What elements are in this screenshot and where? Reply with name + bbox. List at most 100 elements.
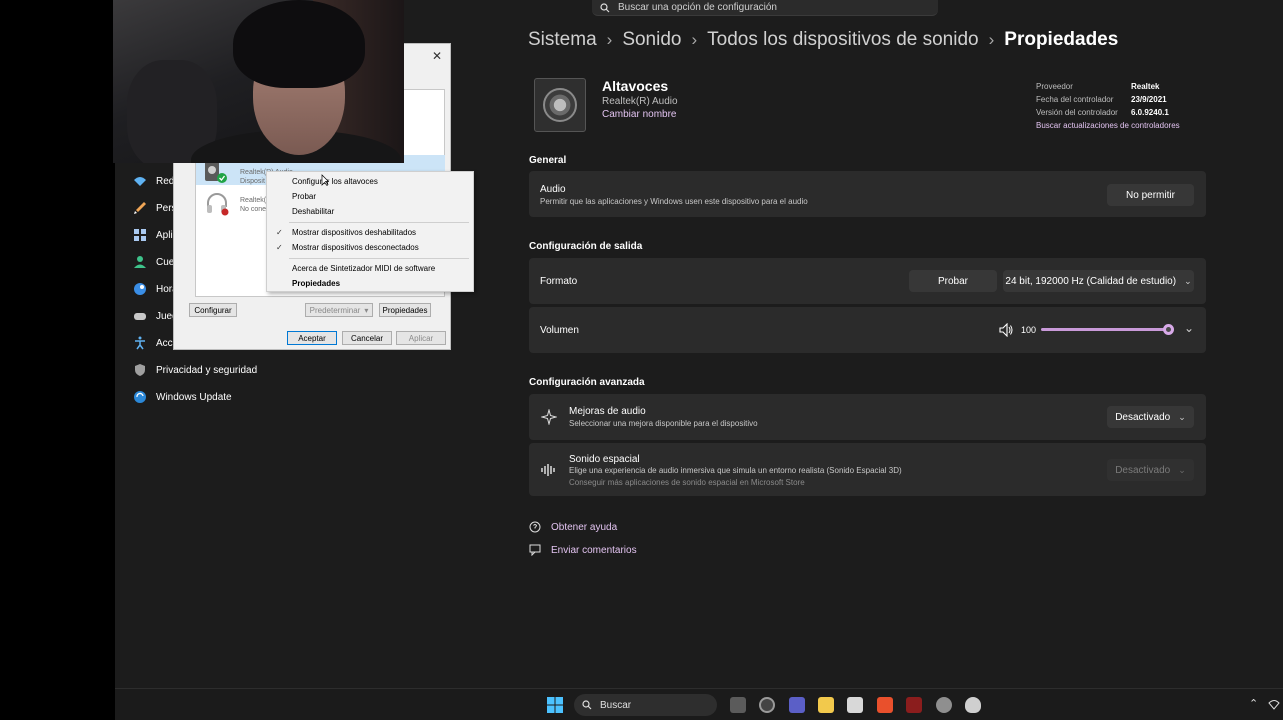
speaker-volume-icon[interactable] bbox=[999, 323, 1013, 337]
menu-show-disabled[interactable]: Mostrar dispositivos deshabilitados bbox=[292, 228, 416, 237]
chevron-down-icon[interactable]: ⌄ bbox=[1184, 321, 1194, 335]
menu-show-disconnected[interactable]: Mostrar dispositivos desconectados bbox=[292, 243, 419, 252]
menu-disable[interactable]: Deshabilitar bbox=[292, 207, 334, 216]
headphones-disconnected-icon[interactable] bbox=[204, 191, 230, 217]
wifi-icon bbox=[134, 177, 146, 186]
brush-icon bbox=[134, 202, 146, 214]
test-label: Probar bbox=[937, 275, 968, 287]
feedback-link[interactable]: Enviar comentarios bbox=[551, 545, 637, 556]
check-icon: ✓ bbox=[276, 228, 283, 237]
breadcrumb-system[interactable]: Sistema bbox=[528, 29, 597, 51]
speaker-device-icon bbox=[534, 78, 586, 132]
spatial-dropdown[interactable]: Desactivado ⌄ bbox=[1107, 459, 1194, 481]
configure-button[interactable]: Configurar bbox=[189, 303, 237, 317]
chrome-icon[interactable] bbox=[759, 697, 775, 713]
update-icon bbox=[134, 391, 146, 403]
enhancements-desc: Seleccionar una mejora disponible para e… bbox=[569, 419, 758, 428]
ok-label: Aceptar bbox=[298, 333, 326, 343]
properties-button[interactable]: Propiedades bbox=[379, 303, 431, 317]
general-heading: General bbox=[529, 155, 567, 166]
menu-divider bbox=[289, 258, 469, 259]
format-value: 24 bit, 192000 Hz (Calidad de estudio) bbox=[1005, 275, 1177, 287]
context-menu: Configurar los altavoces Probar Deshabil… bbox=[266, 171, 474, 292]
configure-label: Configurar bbox=[194, 305, 232, 315]
spatial-value: Desactivado bbox=[1115, 464, 1171, 476]
file-explorer-icon[interactable] bbox=[818, 697, 834, 713]
store-icon[interactable] bbox=[847, 697, 863, 713]
apps-icon bbox=[134, 229, 146, 241]
taskbar-search-label: Buscar bbox=[600, 699, 632, 711]
nav-item-accessibility[interactable]: Acce bbox=[133, 336, 178, 350]
wifi-icon[interactable] bbox=[1268, 698, 1280, 710]
audio-title: Audio bbox=[540, 184, 566, 195]
set-default-label: Predeterminar bbox=[309, 305, 361, 315]
nav-item-time[interactable]: Hora bbox=[133, 282, 178, 296]
nav-item-windows-update[interactable]: Windows Update bbox=[133, 390, 232, 404]
rename-link[interactable]: Cambiar nombre bbox=[602, 109, 676, 120]
enhancements-dropdown[interactable]: Desactivado ⌄ bbox=[1107, 406, 1194, 428]
device2-status: No cone bbox=[240, 206, 267, 213]
dont-allow-button[interactable]: No permitir bbox=[1107, 184, 1194, 206]
spatial-store-link[interactable]: Conseguir más aplicaciones de sonido esp… bbox=[569, 478, 805, 487]
settings-gear-icon[interactable] bbox=[936, 697, 952, 713]
menu-about-midi[interactable]: Acerca de Sintetizador MIDI de software bbox=[292, 264, 435, 273]
nav-label: Windows Update bbox=[156, 391, 232, 403]
task-view-icon[interactable] bbox=[730, 697, 746, 713]
volume-slider-track[interactable] bbox=[1041, 328, 1169, 331]
chevron-right-icon: › bbox=[691, 30, 698, 49]
nav-item-network[interactable]: Red bbox=[133, 174, 174, 188]
sparkle-icon bbox=[541, 409, 557, 425]
chevron-down-icon: ▾ bbox=[364, 305, 369, 315]
breadcrumb: Sistema › Sonido › Todos los dispositivo… bbox=[528, 29, 1118, 51]
game-app-icon[interactable] bbox=[906, 697, 922, 713]
prop-provider-value: Realtek bbox=[1131, 82, 1160, 91]
breadcrumb-sound[interactable]: Sonido bbox=[622, 29, 681, 51]
device-driver: Realtek(R) Audio bbox=[602, 96, 678, 107]
brave-icon[interactable] bbox=[877, 697, 893, 713]
nav-item-personalization[interactable]: Pers bbox=[133, 201, 177, 215]
windows-start-icon[interactable] bbox=[547, 697, 563, 713]
prop-date-value: 23/9/2021 bbox=[1131, 95, 1167, 104]
teams-icon[interactable] bbox=[789, 697, 805, 713]
cancel-button[interactable]: Cancelar bbox=[342, 331, 392, 345]
apply-button[interactable]: Aplicar bbox=[396, 331, 446, 345]
nav-item-privacy[interactable]: Privacidad y seguridad bbox=[133, 363, 257, 377]
menu-configure-speakers[interactable]: Configurar los altavoces bbox=[292, 177, 378, 186]
output-heading: Configuración de salida bbox=[529, 241, 643, 252]
spatial-sound-card: Sonido espacial Elige una experiencia de… bbox=[529, 443, 1206, 496]
volume-slider-thumb[interactable] bbox=[1163, 324, 1174, 335]
text-cursor-icon bbox=[321, 174, 329, 186]
close-icon[interactable]: ✕ bbox=[432, 49, 442, 63]
speaker-app-icon[interactable] bbox=[965, 697, 981, 713]
spatial-desc: Elige una experiencia de audio inmersiva… bbox=[569, 466, 902, 475]
taskbar-search[interactable]: Buscar bbox=[574, 694, 717, 716]
get-help-link[interactable]: Obtener ayuda bbox=[551, 522, 617, 533]
enhancements-title: Mejoras de audio bbox=[569, 406, 646, 417]
taskbar: Buscar ⌃ bbox=[115, 688, 1283, 720]
properties-label: Propiedades bbox=[382, 305, 428, 315]
prop-date-label: Fecha del controlador bbox=[1036, 95, 1114, 104]
nav-item-accounts[interactable]: Cuei bbox=[133, 255, 177, 269]
format-dropdown[interactable]: 24 bit, 192000 Hz (Calidad de estudio) ⌄ bbox=[1003, 270, 1194, 292]
audio-desc: Permitir que las aplicaciones y Windows … bbox=[540, 197, 808, 206]
chevron-right-icon: › bbox=[988, 30, 995, 49]
spatial-title: Sonido espacial bbox=[569, 454, 640, 465]
test-button[interactable]: Probar bbox=[909, 270, 997, 292]
breadcrumb-all-devices[interactable]: Todos los dispositivos de sonido bbox=[707, 29, 978, 51]
chevron-up-icon[interactable]: ⌃ bbox=[1249, 697, 1258, 710]
ok-button[interactable]: Aceptar bbox=[287, 331, 337, 345]
driver-update-link[interactable]: Buscar actualizaciones de controladores bbox=[1036, 121, 1180, 130]
chevron-right-icon: › bbox=[606, 30, 613, 49]
menu-properties[interactable]: Propiedades bbox=[292, 279, 340, 288]
audio-card: Audio Permitir que las aplicaciones y Wi… bbox=[529, 171, 1206, 217]
enhancements-card: Mejoras de audio Seleccionar una mejora … bbox=[529, 394, 1206, 440]
nav-item-apps[interactable]: Aplic bbox=[133, 228, 178, 242]
nav-item-gaming[interactable]: Jueg bbox=[133, 309, 178, 323]
search-placeholder: Buscar una opción de configuración bbox=[618, 2, 777, 13]
set-default-button[interactable]: Predeterminar ▾ bbox=[305, 303, 373, 317]
search-input[interactable]: Buscar una opción de configuración bbox=[592, 0, 938, 16]
format-title: Formato bbox=[540, 276, 578, 287]
device2-name: Realtek( bbox=[240, 197, 267, 204]
nav-label: Red bbox=[156, 175, 175, 187]
menu-test[interactable]: Probar bbox=[292, 192, 316, 201]
